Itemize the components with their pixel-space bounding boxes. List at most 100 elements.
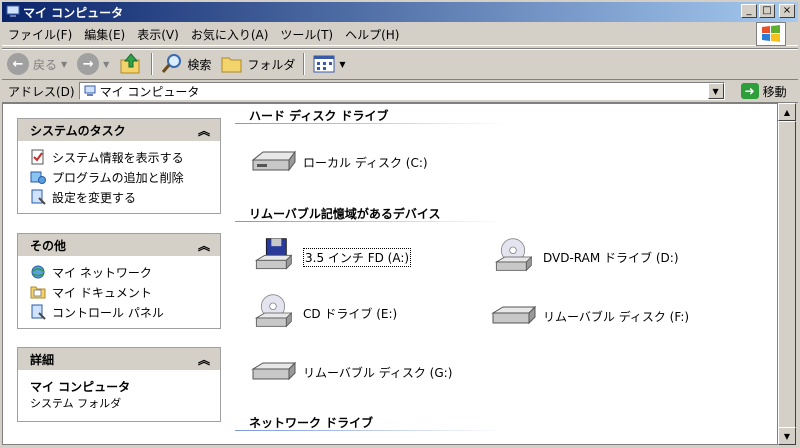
search-label: 検索 — [187, 57, 212, 72]
scroll-up-button[interactable]: ▲ — [778, 103, 796, 121]
forward-dropdown-icon[interactable]: ▼ — [103, 60, 109, 69]
drive-cd-e[interactable]: CD ドライブ (E:) — [249, 293, 397, 333]
views-button[interactable]: ▼ — [308, 51, 350, 77]
section-divider — [235, 221, 505, 222]
details-type: システム フォルダ — [30, 397, 122, 410]
network-globe-icon — [31, 265, 45, 279]
section-divider — [235, 430, 505, 431]
drive-local-c[interactable]: ローカル ディスク (C:) — [249, 142, 428, 182]
drive-label: リムーバブル ディスク (G:) — [303, 365, 453, 380]
documents-folder-icon — [30, 286, 46, 299]
control-panel-icon — [31, 304, 46, 320]
details-panel: 詳細 ︽ マイ コンピュータ システム フォルダ — [17, 347, 221, 422]
address-label: アドレス(D) — [8, 84, 75, 99]
window-title: マイ コンピュータ — [23, 5, 124, 20]
folders-button[interactable]: フォルダ — [216, 51, 300, 77]
drive-removable-f[interactable]: リムーバブル ディスク (F:) — [489, 301, 689, 331]
close-button[interactable]: × — [779, 4, 795, 18]
collapse-chevron-icon[interactable]: ︽ — [198, 351, 210, 368]
up-folder-button[interactable] — [114, 51, 148, 77]
system-tasks-panel: システムのタスク ︽ システム情報を表示する プログラムの追加と削除 設定を変更… — [17, 118, 221, 214]
go-arrow-icon: ➜ — [740, 83, 759, 99]
main-content: システムのタスク ︽ システム情報を表示する プログラムの追加と削除 設定を変更… — [2, 103, 778, 445]
place-control-panel[interactable]: コントロール パネル — [30, 302, 220, 322]
collapse-chevron-icon[interactable]: ︽ — [198, 237, 210, 254]
menu-edit[interactable]: 編集(E) — [78, 26, 131, 43]
task-change-settings[interactable]: 設定を変更する — [30, 187, 220, 207]
go-button[interactable]: ➜ 移動 — [740, 83, 787, 100]
address-input[interactable]: マイ コンピュータ ▼ — [78, 82, 725, 100]
system-tasks-title: システムのタスク — [30, 123, 126, 138]
go-label: 移動 — [762, 84, 787, 99]
place-label: コントロール パネル — [52, 305, 164, 320]
up-folder-icon — [120, 53, 140, 74]
menu-bar: ファイル(F) 編集(E) 表示(V) お気に入り(A) ツール(T) ヘルプ(… — [2, 24, 798, 46]
drive-dvd-d[interactable]: DVD-RAM ドライブ (D:) — [489, 237, 679, 277]
task-add-remove-programs[interactable]: プログラムの追加と削除 — [30, 167, 220, 187]
details-title: 詳細 — [30, 352, 55, 367]
menu-view[interactable]: 表示(V) — [131, 26, 185, 43]
menu-favorites[interactable]: お気に入り(A) — [185, 26, 275, 43]
explorer-window: マイ コンピュータ _ □ × ファイル(F) 編集(E) 表示(V) お気に入… — [0, 0, 800, 448]
menu-help[interactable]: ヘルプ(H) — [339, 26, 405, 43]
address-value: マイ コンピュータ — [99, 84, 200, 99]
task-label: システム情報を表示する — [52, 150, 184, 165]
back-button[interactable]: ← 戻る ▼ — [2, 51, 72, 77]
drive-label: DVD-RAM ドライブ (D:) — [543, 250, 679, 265]
other-places-panel: その他 ︽ マイ ネットワーク マイ ドキュメント コントロール パネル — [17, 233, 221, 329]
task-label: プログラムの追加と削除 — [52, 170, 184, 185]
vertical-scrollbar[interactable]: ▲ ▼ — [778, 103, 796, 445]
drive-removable-g[interactable]: リムーバブル ディスク (G:) — [249, 357, 452, 387]
back-dropdown-icon[interactable]: ▼ — [61, 60, 67, 69]
drive-label: 3.5 インチ FD (A:) — [303, 247, 412, 267]
maximize-button[interactable]: □ — [759, 4, 775, 18]
search-icon — [162, 54, 182, 73]
control-panel-icon — [31, 189, 46, 205]
address-bar: アドレス(D) マイ コンピュータ ▼ ➜ 移動 — [2, 80, 798, 103]
section-hdd-heading: ハード ディスク ドライブ — [249, 109, 389, 123]
title-bar[interactable]: マイ コンピュータ _ □ × — [2, 2, 798, 22]
details-header[interactable]: 詳細 ︽ — [18, 348, 220, 370]
my-computer-icon — [6, 5, 20, 17]
toolbar-separator — [303, 53, 306, 75]
search-button[interactable]: 検索 — [156, 51, 216, 77]
add-remove-programs-icon — [30, 171, 46, 184]
menu-file[interactable]: ファイル(F) — [2, 26, 78, 43]
details-name: マイ コンピュータ — [30, 380, 131, 394]
removable-disk-icon — [491, 305, 537, 325]
folders-icon — [221, 57, 242, 73]
views-icon — [313, 55, 335, 73]
scroll-down-button[interactable]: ▼ — [778, 427, 796, 445]
scroll-thumb[interactable] — [778, 121, 796, 428]
cd-drive-icon — [254, 294, 293, 328]
hard-disk-icon — [251, 150, 296, 172]
section-network-heading: ネットワーク ドライブ — [249, 416, 374, 430]
system-tasks-header[interactable]: システムのタスク ︽ — [18, 119, 220, 141]
minimize-button[interactable]: _ — [741, 4, 757, 18]
drive-label: CD ドライブ (E:) — [303, 306, 398, 321]
task-label: 設定を変更する — [52, 190, 137, 205]
dvd-drive-icon — [494, 238, 533, 272]
place-label: マイ ドキュメント — [52, 285, 152, 300]
other-places-title: その他 — [30, 238, 67, 253]
task-view-system-info[interactable]: システム情報を表示する — [30, 147, 220, 167]
folders-label: フォルダ — [247, 57, 296, 72]
place-my-network[interactable]: マイ ネットワーク — [30, 262, 220, 282]
drive-label: ローカル ディスク (C:) — [303, 155, 428, 170]
drive-label: リムーバブル ディスク (F:) — [543, 309, 690, 324]
address-dropdown-icon[interactable]: ▼ — [707, 83, 724, 99]
section-removable-heading: リムーバブル記憶域があるデバイス — [249, 207, 441, 221]
forward-button[interactable]: → ▼ — [72, 51, 114, 77]
removable-disk-icon — [251, 361, 297, 381]
my-computer-icon — [84, 85, 96, 96]
views-dropdown-icon[interactable]: ▼ — [339, 60, 345, 69]
collapse-chevron-icon[interactable]: ︽ — [198, 122, 210, 139]
place-my-documents[interactable]: マイ ドキュメント — [30, 282, 220, 302]
drive-floppy-a[interactable]: 3.5 インチ FD (A:) — [249, 237, 412, 277]
menu-tools[interactable]: ツール(T) — [274, 26, 339, 43]
system-info-icon — [31, 149, 44, 165]
place-label: マイ ネットワーク — [52, 265, 152, 280]
task-pane: システムのタスク ︽ システム情報を表示する プログラムの追加と削除 設定を変更… — [3, 104, 233, 444]
toolbar-separator — [151, 53, 154, 75]
other-places-header[interactable]: その他 ︽ — [18, 234, 220, 256]
